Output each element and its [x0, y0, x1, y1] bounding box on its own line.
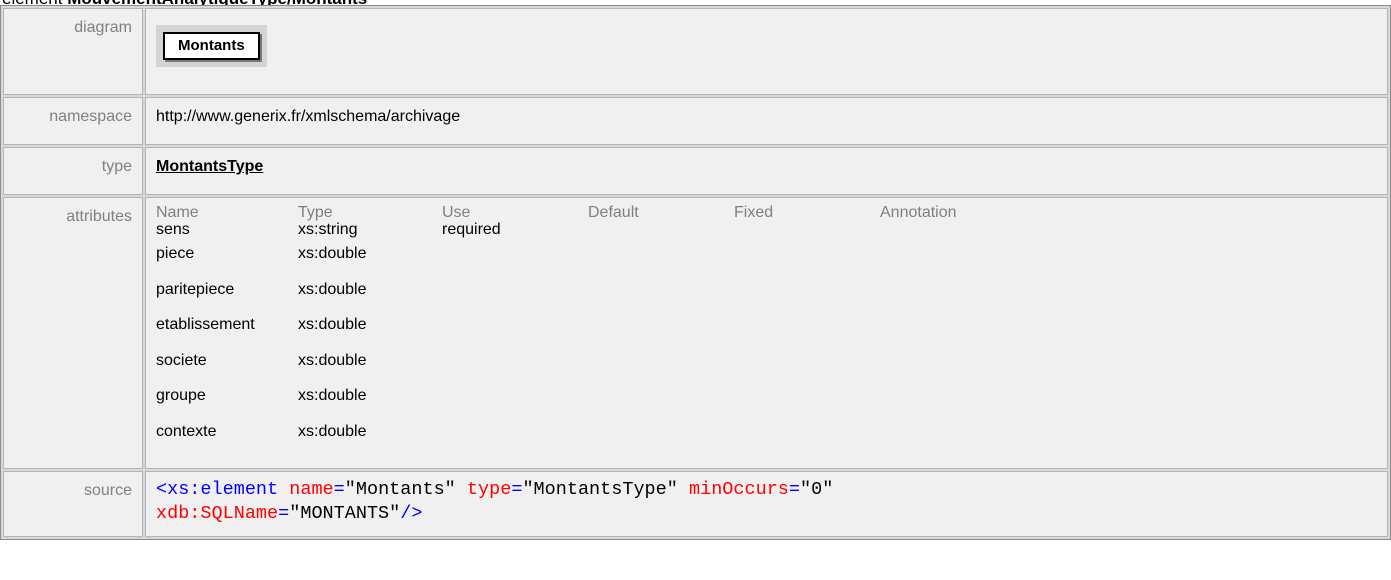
attribute-type: xs:double: [298, 387, 367, 404]
attribute-row: paritepiece xs:double: [156, 281, 971, 317]
attribute-name: contexte: [156, 422, 217, 440]
source-row: source <xs:element name="Montants" type=…: [3, 471, 1388, 537]
header-name: Name: [156, 204, 199, 221]
namespace-value: http://www.generix.fr/xmlschema/archivag…: [145, 97, 1388, 145]
attributes-table: Name Type Use Default Fixed Annotation s…: [156, 205, 971, 458]
source-label: source: [3, 471, 143, 537]
diagram-cell: Montants: [145, 8, 1388, 95]
type-row: type MontantsType: [3, 147, 1388, 195]
attribute-type: xs:double: [298, 351, 367, 369]
source-code: <xs:element name="Montants" type="Montan…: [156, 478, 1377, 526]
attribute-row: sens xs:string required: [156, 221, 971, 245]
type-cell: MontantsType: [145, 147, 1388, 195]
source-tag-open: <xs:element: [156, 479, 279, 500]
attribute-name: sens: [156, 221, 190, 238]
attribute-use: [442, 245, 588, 281]
attribute-name: societe: [156, 351, 207, 369]
attributes-cell: Name Type Use Default Fixed Annotation s…: [145, 197, 1388, 469]
type-link[interactable]: MontantsType: [156, 158, 263, 175]
attributes-header-row: Name Type Use Default Fixed Annotation: [156, 205, 971, 221]
namespace-label: namespace: [3, 97, 143, 145]
source-line-2: xdb:SQLName="MONTANTS"/>: [156, 503, 423, 524]
properties-table: diagram Montants namespace http://www.ge…: [0, 5, 1391, 540]
attribute-use: [442, 387, 588, 423]
source-line-1: <xs:element name="Montants" type="Montan…: [156, 479, 834, 500]
attribute-type: xs:double: [298, 245, 367, 262]
header-use: Use: [442, 204, 471, 221]
element-diagram[interactable]: Montants: [156, 25, 267, 67]
attribute-name: paritepiece: [156, 280, 235, 298]
source-attr-value: "MONTANTS": [289, 503, 401, 524]
attribute-use: [442, 423, 588, 459]
attribute-row: etablissement xs:double: [156, 316, 971, 352]
source-attr-name: name: [289, 479, 334, 500]
attribute-type: xs:double: [298, 280, 367, 298]
attribute-use: [442, 316, 588, 352]
source-cell: <xs:element name="Montants" type="Montan…: [145, 471, 1388, 537]
attribute-name: piece: [156, 245, 195, 262]
attribute-use: [442, 352, 588, 388]
attribute-row: contexte xs:double: [156, 423, 971, 459]
attributes-label: attributes: [3, 197, 143, 469]
attribute-type: xs:double: [298, 316, 367, 333]
source-attr-value: "Montants": [344, 479, 456, 500]
source-tag-close: />: [400, 503, 423, 524]
source-attr-name: type: [466, 479, 512, 500]
source-attr-name: minOccurs: [688, 479, 789, 500]
diagram-element-name: Montants: [163, 32, 260, 60]
header-annotation: Annotation: [880, 204, 957, 221]
attribute-row: societe xs:double: [156, 352, 971, 388]
attribute-row: piece xs:double: [156, 245, 971, 281]
diagram-label: diagram: [3, 8, 143, 95]
source-attr-value: "0": [800, 479, 834, 500]
source-attr-value: "MontantsType": [522, 479, 678, 500]
attributes-row: attributes Name Type Use Default Fixed A…: [3, 197, 1388, 469]
header-type: Type: [298, 204, 333, 221]
namespace-row: namespace http://www.generix.fr/xmlschem…: [3, 97, 1388, 145]
source-attr-name: xdb:SQLName: [156, 503, 279, 524]
attribute-type: xs:double: [298, 422, 367, 440]
attribute-use: [442, 281, 588, 317]
type-label: type: [3, 147, 143, 195]
attribute-row: groupe xs:double: [156, 387, 971, 423]
header-default: Default: [588, 204, 639, 221]
diagram-row: diagram Montants: [3, 8, 1388, 95]
attribute-use: required: [442, 221, 501, 238]
attribute-type: xs:string: [298, 221, 358, 238]
header-fixed: Fixed: [734, 204, 774, 221]
attribute-name: groupe: [156, 387, 206, 404]
attribute-name: etablissement: [156, 316, 255, 333]
